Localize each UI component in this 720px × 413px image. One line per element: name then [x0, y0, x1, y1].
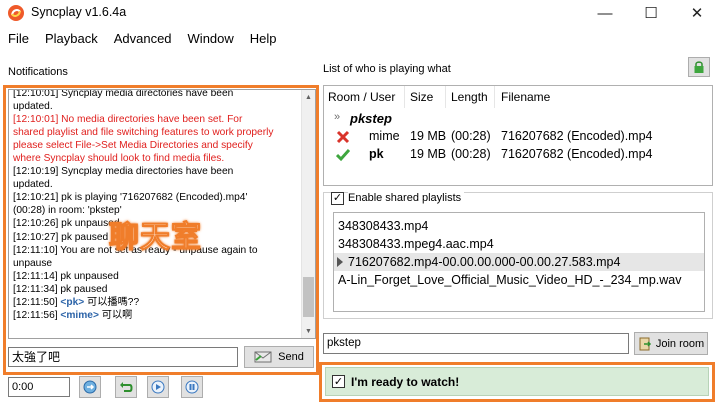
join-room-button[interactable]: Join room [634, 332, 708, 355]
maximize-button[interactable]: ☐ [628, 0, 674, 26]
notifications-label: Notifications [8, 66, 68, 78]
menu-advanced[interactable]: Advanced [106, 31, 180, 46]
log-line: [12:10:21] pk is playing '716207682 (Enc… [13, 192, 248, 204]
undo-seek-button[interactable] [115, 376, 137, 398]
log-line: where Syncplay should look to find media… [13, 153, 225, 165]
log-line: updated. [13, 179, 53, 191]
window-title: Syncplay v1.6.4a [31, 5, 127, 19]
chat-text: 可以啊 [101, 309, 133, 321]
scroll-up-icon[interactable]: ▲ [302, 90, 315, 104]
log-lines: [12:10:01] Syncplay media directories ha… [13, 89, 299, 322]
send-label: Send [278, 351, 304, 363]
minimize-button[interactable]: — [582, 0, 628, 26]
playlist-item-current[interactable]: 716207682.mp4-00.00.00.000-00.00.27.583.… [334, 253, 704, 271]
user-row[interactable]: pk 19 MB (00:28) 716207682 (Encoded).mp4 [324, 147, 712, 165]
chatroom-overlay-label: 聊天室 [109, 221, 202, 255]
pause-icon [185, 380, 199, 394]
column-size[interactable]: Size [410, 90, 433, 104]
playlist-item[interactable]: 348308433.mpeg4.aac.mp4 [334, 235, 704, 253]
log-line: please select File->Set Media Directorie… [13, 140, 253, 152]
lock-room-button[interactable] [688, 57, 710, 77]
enable-shared-playlists-checkbox[interactable]: ✓ [331, 192, 344, 205]
ready-checkbox[interactable]: ✓ [332, 375, 345, 388]
close-button[interactable]: ✕ [674, 0, 720, 26]
menu-window[interactable]: Window [180, 31, 242, 46]
x-icon [336, 130, 350, 144]
user-length: (00:28) [451, 129, 491, 143]
title-bar: Syncplay v1.6.4a — ☐ ✕ [0, 0, 720, 26]
scroll-down-icon[interactable]: ▼ [302, 324, 315, 338]
ready-label: I'm ready to watch! [351, 374, 460, 389]
chat-sender: <mime> [60, 309, 99, 321]
log-scrollbar[interactable]: ▲ ▼ [301, 90, 315, 338]
room-row[interactable]: » pkstep [324, 111, 712, 129]
send-button[interactable]: Send [244, 346, 314, 368]
log-line: unpause [13, 257, 53, 269]
room-list-header: Room / User Size Length Filename [324, 86, 712, 108]
room-list-label: List of who is playing what [323, 63, 451, 75]
current-item-arrow-icon [337, 257, 343, 267]
play-button[interactable] [147, 376, 169, 398]
lock-icon [694, 61, 704, 73]
chat-time: [12:11:50] [13, 296, 58, 308]
log-line: [12:10:01] No media directories have bee… [13, 114, 243, 126]
log-line: [12:10:01] Syncplay media directories ha… [13, 89, 234, 99]
double-chevron-icon: » [334, 111, 341, 123]
send-icon [254, 351, 272, 363]
playlist-item[interactable]: A-Lin_Forget_Love_Official_Music_Video_H… [334, 271, 704, 289]
chat-sender: <pk> [60, 296, 85, 308]
user-filename: 716207682 (Encoded).mp4 [501, 129, 653, 143]
user-row[interactable]: mime 19 MB (00:28) 716207682 (Encoded).m… [324, 129, 712, 147]
menu-bar: File Playback Advanced Window Help [0, 27, 720, 49]
log-line: [12:11:34] pk paused [13, 283, 108, 295]
user-name: mime [369, 129, 400, 143]
enable-shared-playlists-label[interactable]: Enable shared playlists [348, 192, 465, 204]
user-size: 19 MB [410, 147, 447, 161]
join-room-label: Join room [655, 337, 705, 350]
menu-playback[interactable]: Playback [37, 31, 106, 46]
pause-button[interactable] [181, 376, 203, 398]
scroll-thumb[interactable] [303, 277, 314, 317]
log-line: [12:11:14] pk unpaused [13, 270, 119, 282]
user-size: 19 MB [410, 129, 447, 143]
log-line: [12:10:19] Syncplay media directories ha… [13, 166, 234, 178]
join-door-icon [639, 337, 651, 350]
seek-button[interactable] [79, 376, 101, 398]
ready-toggle[interactable]: ✓ I'm ready to watch! [325, 367, 709, 396]
playlist-item-label: 716207682.mp4-00.00.00.000-00.00.27.583.… [348, 255, 621, 269]
column-room-user[interactable]: Room / User [328, 90, 395, 104]
user-name: pk [369, 147, 384, 161]
chat-text: 可以播嗎?? [87, 296, 140, 308]
chat-message: [12:11:56] <mime> 可以啊 [13, 309, 299, 322]
room-name: pkstep [350, 111, 392, 126]
room-user-list[interactable]: Room / User Size Length Filename » pkste… [323, 85, 713, 186]
syncplay-logo-icon [8, 5, 24, 21]
log-line: shared playlist and file switching featu… [13, 127, 274, 139]
user-length: (00:28) [451, 147, 491, 161]
shared-playlist[interactable]: 348308433.mp4 348308433.mpeg4.aac.mp4 71… [333, 212, 705, 312]
room-input[interactable]: pkstep [323, 333, 629, 354]
playlist-item[interactable]: 348308433.mp4 [334, 217, 704, 235]
undo-icon [120, 382, 133, 392]
chat-time: [12:11:56] [13, 309, 58, 321]
menu-help[interactable]: Help [242, 31, 285, 46]
chat-message: [12:11:50] <pk> 可以播嗎?? [13, 296, 299, 309]
column-filename[interactable]: Filename [501, 90, 550, 104]
chat-input[interactable]: 太強了吧 [8, 347, 238, 367]
seek-icon [83, 380, 97, 394]
play-icon [151, 380, 165, 394]
position-field[interactable]: 0:00 [8, 377, 70, 397]
menu-file[interactable]: File [0, 31, 37, 46]
user-filename: 716207682 (Encoded).mp4 [501, 147, 653, 161]
check-icon [336, 149, 350, 162]
column-length[interactable]: Length [451, 90, 488, 104]
log-line: updated. [13, 101, 53, 113]
